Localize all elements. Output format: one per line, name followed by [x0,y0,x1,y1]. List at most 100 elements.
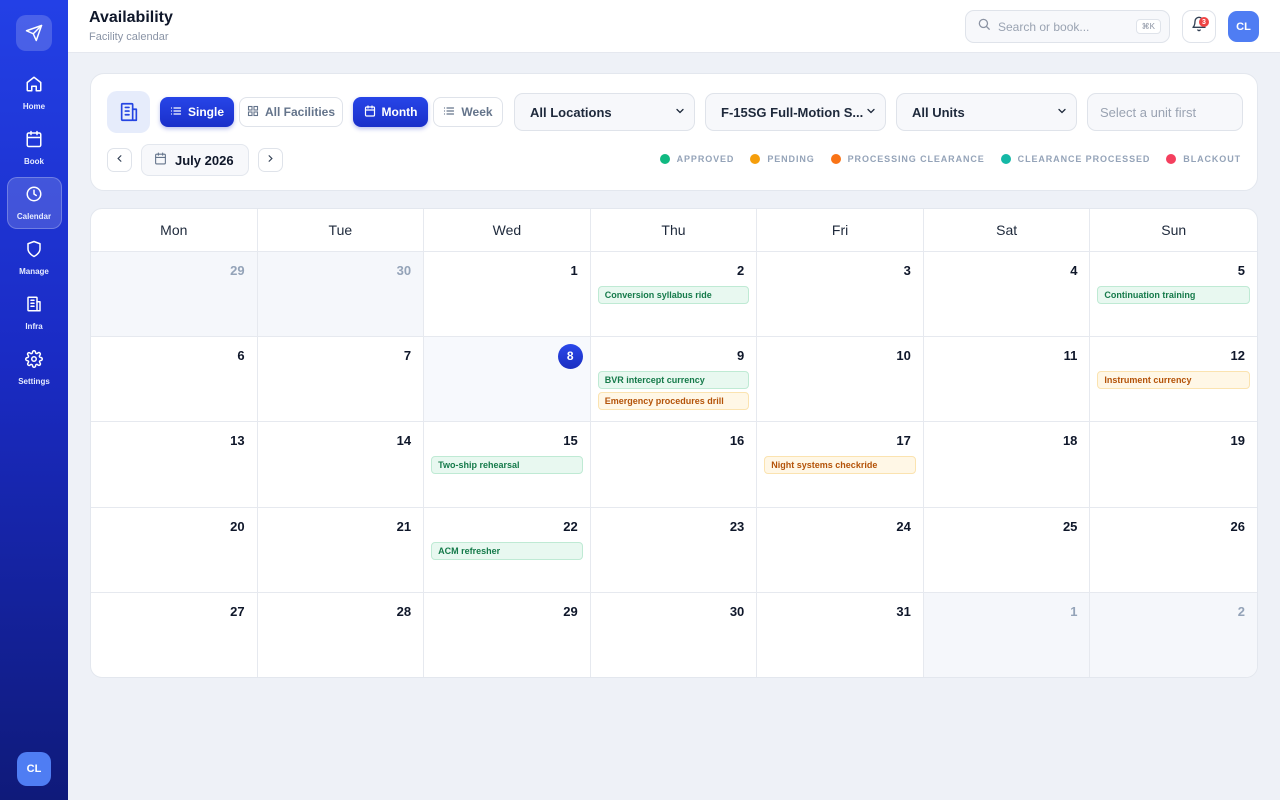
day-number: 28 [396,603,412,619]
current-month[interactable]: July 2026 [141,144,249,176]
day-number: 30 [729,603,745,619]
event-pill[interactable]: Two-ship rehearsal [431,456,583,475]
day-cell[interactable]: 18 [923,422,1091,508]
legend-item: PENDING [750,154,814,164]
current-month-label: July 2026 [175,152,234,168]
day-cell[interactable]: 11 [923,337,1091,423]
status-dot [830,154,841,164]
day-cell[interactable]: 15 Two-ship rehearsal [424,422,591,508]
day-cell[interactable]: 20 [91,507,258,593]
legend-item: BLACKOUT [1166,154,1241,164]
sidebar-item-infra[interactable]: Infra [7,287,62,339]
day-cell[interactable]: 2 [1090,592,1257,677]
calendar-icon [364,104,376,120]
weekday-label: Tue [258,209,425,251]
legend-item: APPROVED [659,154,735,164]
search-shortcut: ⌘K [1135,19,1161,34]
day-cell[interactable]: 1 [923,592,1091,677]
notifications-button[interactable]: 3 [1182,10,1216,43]
all-facilities-label: All Facilities [264,105,336,119]
avatar[interactable]: CL [17,752,51,786]
week-view-button[interactable]: Week [433,97,503,127]
send-logo-icon[interactable] [16,15,52,51]
legend-label: PROCESSING CLEARANCE [847,154,985,164]
day-cell[interactable]: 13 [91,422,258,508]
search-input[interactable]: Search or book... ⌘K [965,10,1170,43]
prev-month-button[interactable] [107,148,132,172]
day-cell[interactable]: 1 [424,252,591,338]
header: Availability Facility calendar Search or… [68,0,1280,53]
event-pill[interactable]: Night systems checkride [764,456,916,475]
weekday-label: Fri [757,209,924,251]
facility-select[interactable]: F-15SG Full-Motion S... [705,93,886,131]
event-pill[interactable]: Continuation training [1097,286,1250,304]
location-select[interactable]: All Locations [514,93,695,131]
day-number: 2 [737,263,745,278]
day-cell[interactable]: 12 Instrument currency [1090,337,1257,423]
day-cell[interactable]: 7 [257,337,425,423]
day-cell[interactable]: 23 [590,507,758,593]
sidebar-item-book[interactable]: Book [7,122,62,174]
sidebar-item-calendar[interactable]: Calendar [6,177,62,229]
day-cell[interactable]: 5 Continuation training [1090,252,1257,338]
day-cell[interactable]: 10 [757,337,924,423]
day-cell[interactable]: 31 [757,592,924,677]
day-number: 1 [1070,603,1078,619]
day-cell[interactable]: 16 [590,422,758,508]
day-cell[interactable]: 22 ACM refresher [424,507,591,593]
sidebar-item-home[interactable]: Home [7,67,62,119]
chevron-right-icon [265,151,276,169]
day-cell[interactable]: 25 [923,507,1091,593]
event-pill[interactable]: Emergency procedures drill [597,392,750,411]
day-cell[interactable]: 17 Night systems checkride [757,422,924,508]
day-cell[interactable]: 8 [424,337,591,423]
event-pill[interactable]: ACM refresher [431,541,583,560]
status-dot [1166,154,1177,164]
day-cell[interactable]: 21 [257,507,425,593]
event-pill[interactable]: Conversion syllabus ride [597,286,750,304]
single-view-button[interactable]: Single [160,97,234,127]
unit-placeholder: Select a unit first [1100,104,1197,120]
units-select[interactable]: All Units [896,93,1077,131]
gear-icon [25,350,43,373]
event-pill[interactable]: Instrument currency [1097,371,1250,390]
status-dot [659,154,670,164]
facility-value: F-15SG Full-Motion S... [721,104,864,120]
sidebar-item-label: Calendar [16,212,52,221]
day-cell[interactable]: 3 [757,252,924,338]
day-cell[interactable]: 19 [1090,422,1257,508]
month-view-button[interactable]: Month [353,97,428,127]
day-number: 27 [230,603,245,619]
next-month-button[interactable] [258,148,283,172]
day-cell[interactable]: 26 [1090,508,1257,593]
event-list: ACM refresher [431,541,583,560]
day-number: 16 [729,433,745,449]
day-cell[interactable]: 30 [257,252,425,338]
day-cell[interactable]: 29 [91,252,258,338]
event-pill[interactable]: BVR intercept currency [597,371,750,390]
sidebar-item-label: Book [24,157,44,166]
page-title: Availability [89,9,173,26]
day-cell[interactable]: 28 [257,592,425,677]
grid-icon [247,105,259,120]
event-list: Night systems checkride [764,456,916,475]
building-icon [25,295,43,318]
unit-select[interactable]: Select a unit first [1087,93,1243,131]
day-cell[interactable]: 14 [257,422,425,508]
day-cell[interactable]: 24 [757,507,924,593]
legend-item: PROCESSING CLEARANCE [830,154,985,164]
avatar[interactable]: CL [1228,11,1259,42]
day-cell[interactable]: 9 BVR intercept currency Emergency procedu… [590,337,758,423]
sidebar-item-manage[interactable]: Manage [7,232,62,284]
day-number: 4 [1070,263,1078,278]
day-cell[interactable]: 30 [590,592,758,677]
day-cell[interactable]: 6 [91,337,258,423]
day-cell[interactable]: 27 [91,592,258,677]
day-cell[interactable]: 29 [424,592,591,677]
month-label: Month [381,105,418,119]
all-facilities-button[interactable]: All Facilities [239,97,343,127]
day-cell[interactable]: 2 Conversion syllabus ride [590,252,758,338]
day-number: 3 [903,263,911,278]
day-cell[interactable]: 4 [923,252,1091,338]
sidebar-item-settings[interactable]: Settings [7,342,62,394]
